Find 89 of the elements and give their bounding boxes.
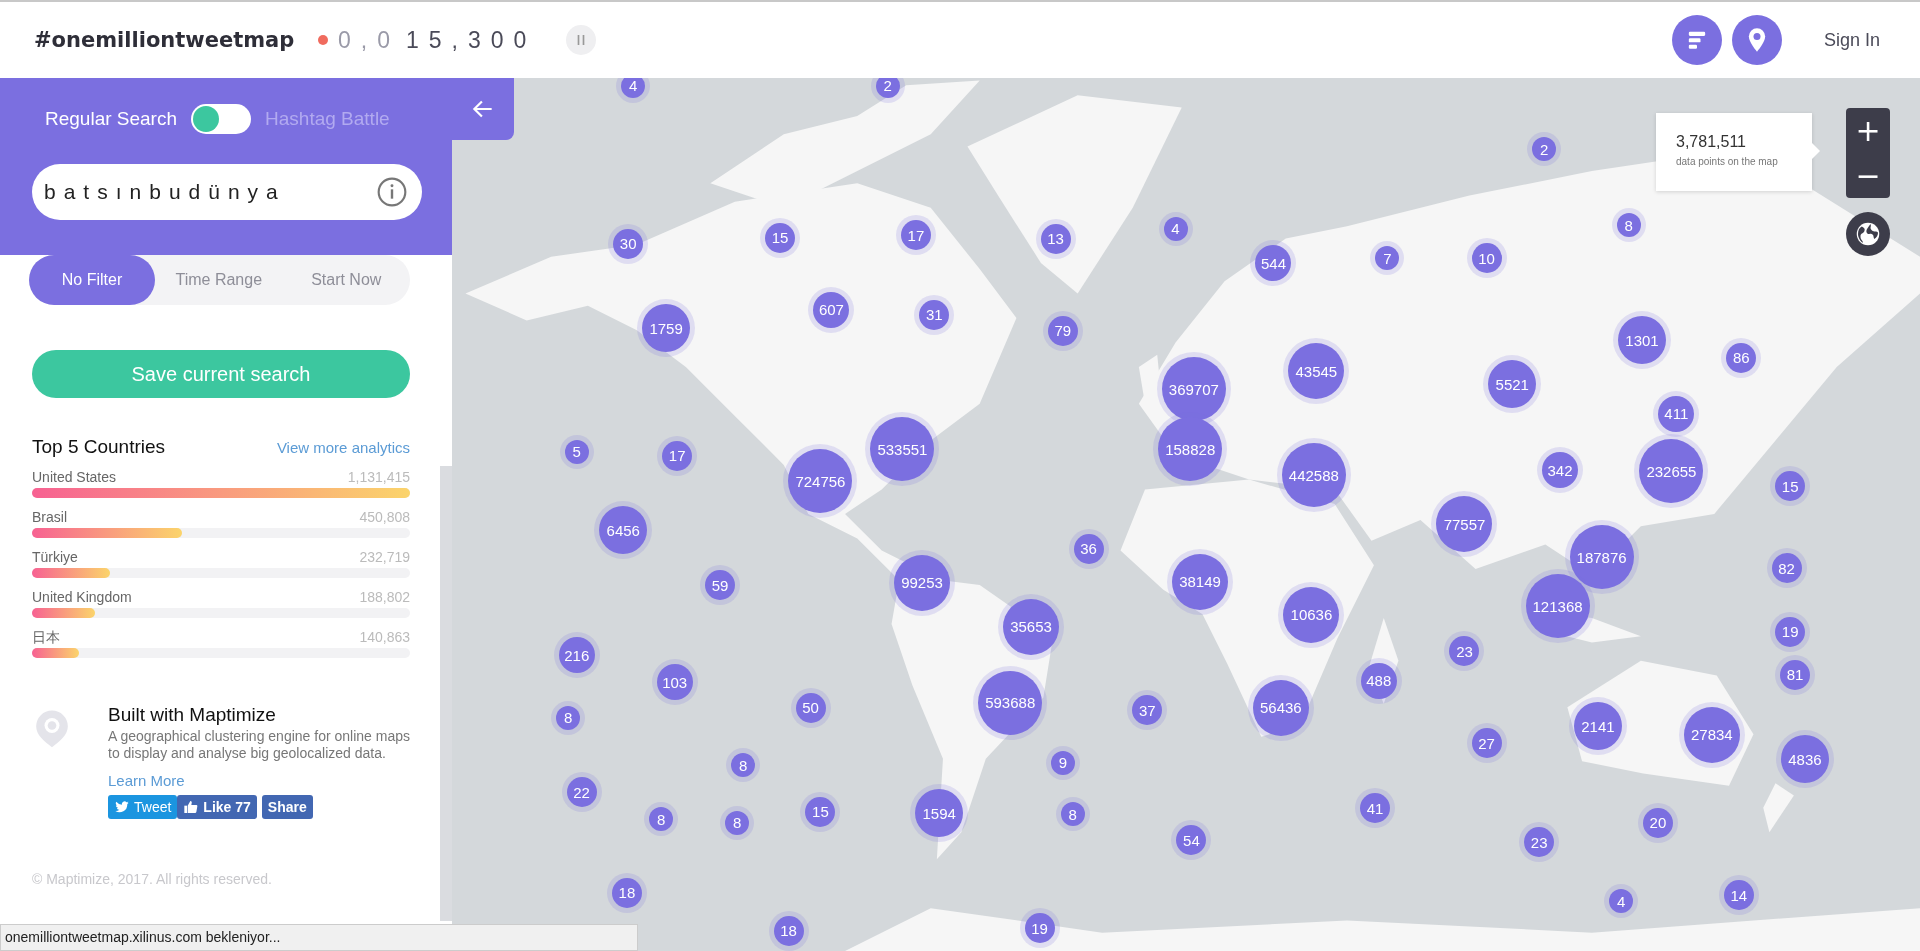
cluster-marker[interactable]: 121368	[1525, 574, 1590, 639]
location-button[interactable]	[1731, 15, 1782, 65]
cluster-marker[interactable]: 5	[564, 439, 589, 464]
sign-in-link[interactable]: Sign In	[1823, 29, 1880, 51]
cluster-marker[interactable]: 4836	[1780, 735, 1829, 784]
like-button[interactable]: Like 77	[177, 795, 257, 819]
analytics-button[interactable]	[1671, 15, 1722, 65]
mode-toggle[interactable]	[191, 104, 252, 134]
filter-tab[interactable]: Start Now	[282, 255, 410, 305]
cluster-marker[interactable]: 17	[662, 440, 693, 471]
zoom-in-button[interactable]: +	[1846, 108, 1890, 153]
learn-more-link[interactable]: Learn More	[108, 772, 410, 789]
search-field[interactable]: batsınbudünya	[32, 164, 422, 220]
country-name: United States	[32, 469, 117, 486]
cluster-marker[interactable]: 36	[1073, 533, 1104, 564]
cluster-marker[interactable]: 19	[1024, 913, 1055, 944]
cluster-marker[interactable]: 15	[1775, 471, 1806, 502]
live-dot	[318, 35, 328, 45]
cluster-marker[interactable]: 103	[656, 664, 693, 701]
counter-digits: 0,0	[338, 26, 400, 54]
cluster-marker[interactable]: 14	[1723, 880, 1754, 911]
cluster-marker[interactable]: 488	[1360, 662, 1397, 699]
cluster-marker[interactable]: 59	[705, 570, 735, 601]
cluster-marker[interactable]: 22	[566, 777, 597, 808]
save-search-button[interactable]: Save current search	[32, 350, 410, 398]
country-count: 1,131,415	[347, 469, 410, 486]
section-title: Top 5 Countries	[32, 436, 166, 458]
cluster-marker[interactable]: 99253	[894, 554, 951, 611]
country-name: 日本	[32, 629, 60, 646]
country-name: United Kingdom	[32, 589, 132, 606]
cluster-marker[interactable]: 4	[621, 78, 646, 98]
mode-label: Hashtag Battle	[265, 108, 390, 130]
tweet-button[interactable]: Tweet	[108, 795, 178, 819]
browser-status-bar: onemilliontweetmap.xilinus.com bekleniyor...	[0, 924, 638, 951]
country-count: 140,863	[359, 629, 410, 646]
cluster-marker[interactable]: 23	[1449, 636, 1480, 667]
cluster-marker[interactable]: 8	[556, 705, 581, 730]
cluster-marker[interactable]: 9	[1050, 750, 1075, 775]
cluster-marker[interactable]: 50	[795, 692, 826, 723]
cluster-marker[interactable]: 4	[1609, 889, 1634, 914]
cluster-marker[interactable]: 2	[1532, 137, 1557, 162]
cluster-marker[interactable]: 18	[611, 877, 642, 908]
country-name: Türkiye	[32, 549, 78, 566]
pause-button[interactable]	[566, 25, 597, 55]
cluster-marker[interactable]: 18	[773, 915, 804, 946]
filter-tab[interactable]: Time Range	[155, 255, 283, 305]
info-icon	[376, 176, 408, 208]
cluster-marker[interactable]: 41	[1360, 793, 1391, 824]
country-name: Brasil	[32, 509, 67, 526]
collapse-button[interactable]	[452, 78, 514, 140]
cluster-marker[interactable]: 20	[1642, 807, 1673, 838]
cluster-marker[interactable]: 15	[805, 796, 836, 827]
data-points-count: 3,781,511	[1676, 133, 1747, 151]
cluster-marker[interactable]: 30	[613, 228, 644, 259]
cluster-marker[interactable]: 216	[558, 637, 595, 674]
counter-digits: 15,300	[406, 26, 537, 54]
cluster-marker[interactable]: 158828	[1158, 417, 1223, 482]
mode-label: Regular Search	[45, 108, 178, 130]
share-button[interactable]: Share	[261, 795, 313, 819]
promo-title: Built with Maptimize	[108, 704, 277, 726]
cluster-marker[interactable]: 82	[1771, 553, 1802, 584]
cluster-marker[interactable]: 27	[1471, 728, 1502, 759]
country-count: 232,719	[359, 549, 410, 566]
cluster-marker[interactable]: 8	[731, 753, 756, 778]
cluster-marker[interactable]: 35653	[1003, 598, 1059, 655]
filter-tab[interactable]: No Filter	[29, 255, 155, 305]
cluster-marker[interactable]: 8	[725, 810, 750, 835]
analytics-link[interactable]: View more analytics	[276, 439, 410, 456]
scrollbar[interactable]	[440, 466, 452, 921]
cluster-marker[interactable]: 6456	[599, 506, 648, 555]
cluster-marker[interactable]: 37	[1132, 695, 1163, 726]
cluster-marker[interactable]: 4	[1163, 216, 1188, 241]
country-count: 188,802	[359, 589, 410, 606]
cluster-marker[interactable]: 1594	[915, 789, 964, 838]
promo-description: A geographical clustering engine for online maps to display and analyse big geolocalized data.	[108, 728, 410, 762]
cluster-marker[interactable]: 19	[1775, 616, 1806, 647]
zoom-out-button[interactable]: −	[1846, 153, 1890, 198]
cluster-marker[interactable]: 2	[875, 78, 900, 98]
bird-icon	[114, 799, 130, 815]
country-count: 450,808	[359, 509, 410, 526]
site-title[interactable]: #onemilliontweetmap	[34, 28, 318, 52]
cluster-marker[interactable]: 79	[1047, 315, 1078, 346]
thumbs-up-icon	[183, 799, 200, 815]
data-points-caption: data points on the map	[1676, 156, 1779, 167]
cluster-marker[interactable]: 8	[1060, 802, 1085, 827]
cluster-marker[interactable]: 81	[1780, 659, 1811, 690]
cluster-marker[interactable]: 54	[1176, 825, 1207, 855]
cluster-marker[interactable]: 23	[1524, 827, 1555, 858]
cluster-marker[interactable]: 8	[649, 807, 674, 832]
